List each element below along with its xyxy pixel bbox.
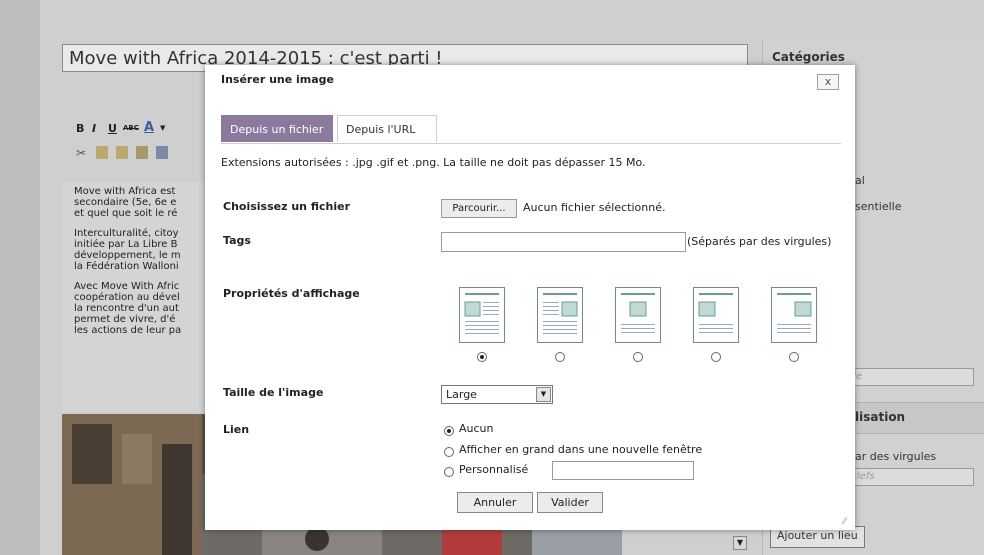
font-color-button[interactable]: A [144,120,154,135]
layout-radio-3[interactable] [633,352,643,362]
tags-hint: (Séparés par des virgules) [687,235,832,248]
custom-link-input[interactable] [552,461,694,480]
editor-paragraph-3: Avec Move With Afric coopération au déve… [74,281,212,336]
editor-line: initiée par La Libre B [74,239,178,250]
insert-image-dialog: Insérer une image x Depuis un fichier De… [205,65,855,530]
editor-line: Move with Africa est [74,186,176,197]
editor-line: développement, le m [74,250,181,261]
browse-button[interactable]: Parcourir... [441,199,517,218]
tags-input[interactable] [441,232,686,252]
link-option-none[interactable]: Aucun [459,422,494,435]
link-radio-custom[interactable] [444,467,454,477]
paste-word-icon[interactable] [156,146,168,159]
paste-icon[interactable] [116,146,128,159]
cancel-button[interactable]: Annuler [457,492,533,513]
editor-content[interactable]: Move with Africa est secondaire (5e, 6e … [62,182,212,412]
strikethrough-button[interactable]: ABC [123,124,139,132]
paste-text-icon[interactable] [136,146,148,159]
underline-button[interactable]: U [108,122,117,135]
category-item-1[interactable]: al [855,174,865,187]
tab-from-file[interactable]: Depuis un fichier [221,115,333,142]
editor-paragraph-1: Move with Africa est secondaire (5e, 6e … [74,186,212,219]
link-label: Lien [223,423,250,436]
location-section-title: lisation [855,410,906,424]
file-status: Aucun fichier sélectionné. [523,201,666,214]
tab-from-url[interactable]: Depuis l'URL [337,115,437,142]
link-radio-new-window[interactable] [444,447,454,457]
link-radio-none[interactable] [444,426,454,436]
extensions-info: Extensions autorisées : .jpg .gif et .pn… [221,156,646,169]
editor-scroll-down-icon[interactable]: ▼ [733,536,747,550]
editor-line: coopération au dével [74,292,180,303]
layout-right-wrap-icon[interactable] [537,287,583,343]
tags-hint-text: ar des virgules [855,450,937,463]
editor-paragraph-2: Interculturalité, citoy initiée par La L… [74,228,212,272]
submit-button[interactable]: Valider [537,492,603,513]
layout-radio-2[interactable] [555,352,565,362]
italic-button[interactable]: I [92,122,96,135]
editor-line: Interculturalité, citoy [74,228,179,239]
layout-radio-4[interactable] [711,352,721,362]
copy-icon[interactable] [96,146,108,159]
layout-center-icon[interactable] [615,287,661,343]
dialog-title: Insérer une image [221,73,335,86]
link-option-new-window[interactable]: Afficher en grand dans une nouvelle fenê… [459,443,702,456]
image-size-value: Large [446,388,477,401]
resize-grip-icon[interactable]: ⁄⁄ [843,517,853,527]
file-label: Choisissez un fichier [223,200,350,213]
page-left-gutter [0,0,40,555]
layout-radio-1[interactable] [477,352,487,362]
editor-line: les actions de leur pa [74,325,182,336]
layout-right-icon[interactable] [771,287,817,343]
categories-title: Catégories [772,50,845,64]
link-option-custom[interactable]: Personnalisé [459,463,528,476]
tags-label: Tags [223,234,251,247]
cut-icon[interactable]: ✂ [76,146,86,160]
close-icon[interactable]: x [817,74,839,90]
dialog-tabs: Depuis un fichier Depuis l'URL [221,115,841,144]
editor-line: la Fédération Walloni [74,261,179,272]
image-size-select[interactable]: Large ▼ [441,385,553,404]
new-category-input[interactable]: orie [838,368,974,386]
category-item-2[interactable]: sentielle [855,200,902,213]
editor-line: secondaire (5e, 6e e [74,197,177,208]
display-properties-label: Propriétés d'affichage [223,287,360,300]
layout-left-wrap-icon[interactable] [459,287,505,343]
editor-toolbar: B I U ABC A ▼ ✂ [62,118,212,178]
chevron-down-icon[interactable]: ▼ [536,387,551,402]
image-size-label: Taille de l'image [223,386,324,399]
editor-line: permet de vivre, d'é [74,314,176,325]
bold-button[interactable]: B [76,122,84,135]
layout-left-icon[interactable] [693,287,739,343]
font-color-dropdown-icon[interactable]: ▼ [160,124,165,132]
editor-line: Avec Move With Afric [74,281,180,292]
editor-line: et quel que soit le ré [74,208,178,219]
keywords-input[interactable]: s clefs [838,468,974,486]
layout-radio-5[interactable] [789,352,799,362]
editor-line: la rencontre d'un aut [74,303,179,314]
